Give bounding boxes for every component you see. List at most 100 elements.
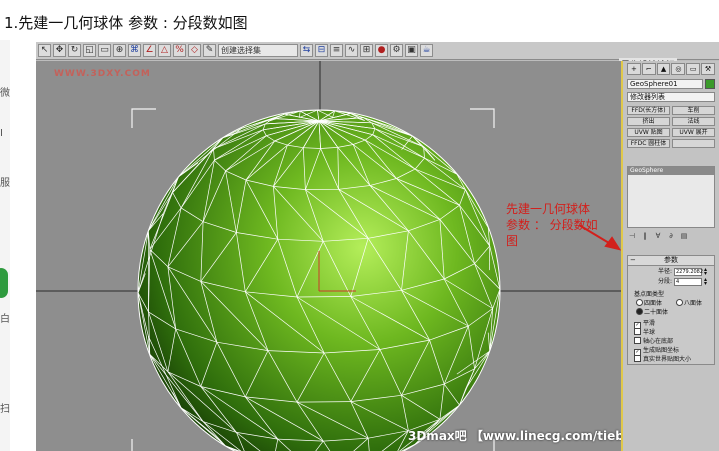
credit-watermark: 3Dmax吧 【www.linecg.com/tieba/1771】	[408, 429, 621, 443]
radio-label: 八面体	[684, 300, 703, 307]
schematic-icon[interactable]: ⊞	[360, 44, 373, 57]
spinner-snap-icon[interactable]: ◇	[188, 44, 201, 57]
main-toolbar: ↖ ✥ ↻ ◱ ▭ ⊕ ⌘ ∠ △ % ◇ ✎ 创建选择集 ⇆ ⊟ ≡ ∿ ⊞ …	[36, 42, 719, 60]
edge-glyph: 微	[0, 88, 10, 99]
check-base-pivot[interactable]: 轴心在底部	[634, 336, 673, 345]
check-real-world-map[interactable]: 真实世界贴图大小	[634, 354, 691, 363]
collapse-icon: −	[630, 256, 636, 264]
tab-hierarchy[interactable]: ▲	[656, 63, 671, 75]
radio-dot	[636, 308, 643, 315]
stack-item-geosphere[interactable]: GeoSphere	[628, 167, 714, 175]
wire-edge	[296, 296, 351, 298]
make-unique-icon[interactable]: ∀	[653, 232, 663, 241]
modifier-button[interactable]: FFDC 圆柱体	[627, 139, 670, 148]
radio-dot	[676, 299, 683, 306]
modifier-button[interactable]: 挤出	[627, 117, 670, 126]
segments-input[interactable]: 4	[674, 278, 702, 286]
modifier-button[interactable]: UVW 贴图	[627, 128, 670, 137]
render-frame-icon[interactable]: ▣	[405, 44, 418, 57]
checkbox-box	[634, 355, 641, 362]
tab-modify[interactable]: ⌐	[641, 63, 656, 75]
modifier-button-row: UVW 贴图 UVW 展开	[627, 128, 715, 137]
modifier-button[interactable]: 法线	[672, 117, 715, 126]
tutorial-annotation: 先建一几何球体 参数 ： 分段数如 图	[506, 201, 616, 249]
max-application-window: ↖ ✥ ↻ ◱ ▭ ⊕ ⌘ ∠ △ % ◇ ✎ 创建选择集 ⇆ ⊟ ≡ ∿ ⊞ …	[36, 42, 719, 451]
tab-utilities[interactable]: ⚒	[701, 63, 715, 75]
object-color-swatch[interactable]	[705, 79, 715, 89]
rotate-icon[interactable]: ↻	[68, 44, 81, 57]
angle-snap-icon[interactable]: △	[158, 44, 171, 57]
modifier-button[interactable]: 车削	[672, 106, 715, 115]
left-edge-strip: 微 I 服 白 扫	[0, 40, 10, 451]
radio-label: 四面体	[644, 300, 663, 307]
modifier-button[interactable]: UVW 展开	[672, 128, 715, 137]
edge-glyph: 服	[0, 178, 10, 189]
tab-motion[interactable]: ◎	[671, 63, 686, 75]
checkbox-box	[634, 337, 641, 344]
radius-field: 半径: 2279.2082 ▴ ▾	[628, 267, 714, 277]
remove-modifier-icon[interactable]: ∂	[666, 232, 676, 241]
segments-field: 分段: 4 ▴ ▾	[628, 277, 714, 287]
modifier-stack[interactable]: GeoSphere	[627, 166, 715, 228]
modifier-button[interactable]	[672, 139, 715, 148]
modifier-list-dropdown[interactable]: 修改器列表	[627, 92, 715, 102]
command-panel: + ⌐ ▲ ◎ ▭ ⚒ GeoSphere01 修改器列表 FFD(长方体) 车…	[621, 61, 719, 451]
modifier-button-row: FFD(长方体) 车削	[627, 106, 715, 115]
radio-icosa[interactable]: 二十面体	[636, 307, 668, 316]
wire-edge	[296, 401, 351, 403]
checkbox-box	[634, 328, 641, 335]
site-watermark: WWW.3DXY.COM	[54, 69, 151, 79]
object-name-field[interactable]: GeoSphere01	[627, 79, 703, 89]
stack-icon-row: ⊣ ‖ ∀ ∂ ▤	[627, 232, 715, 242]
viewport-canvas	[36, 61, 621, 451]
show-end-result-icon[interactable]: ‖	[640, 232, 650, 241]
annotation-line: 图	[506, 234, 519, 248]
snap-icon[interactable]: ∠	[143, 44, 156, 57]
mirror-icon[interactable]: ⇆	[300, 44, 313, 57]
annotation-line: 先建一几何球体	[506, 202, 591, 216]
rollout-header[interactable]: − 参数	[628, 256, 714, 266]
check-hemisphere[interactable]: 半球	[634, 327, 655, 336]
command-panel-tabs: + ⌐ ▲ ◎ ▭ ⚒	[627, 63, 715, 75]
move-icon[interactable]: ✥	[53, 44, 66, 57]
pivot-icon[interactable]: ⊕	[113, 44, 126, 57]
parameters-rollout: − 参数 半径: 2279.2082 ▴ ▾ 分段: 4 ▴ ▾ 基点面类型 四面体…	[627, 255, 715, 365]
curve-editor-icon[interactable]: ∿	[345, 44, 358, 57]
radio-dot	[636, 299, 643, 306]
select-icon[interactable]: ↖	[38, 44, 51, 57]
align-icon[interactable]: ⊟	[315, 44, 328, 57]
green-widget-icon	[0, 268, 8, 298]
annotation-line: 参数 ： 分段数如	[506, 218, 598, 232]
checkbox-label: 轴心在底部	[643, 338, 674, 345]
scale-icon[interactable]: ◱	[83, 44, 96, 57]
segments-spinner-icon[interactable]: ▴ ▾	[704, 277, 707, 287]
radio-octa[interactable]: 八面体	[676, 298, 702, 307]
radio-label: 二十面体	[644, 309, 669, 316]
render-setup-icon[interactable]: ⚙	[390, 44, 403, 57]
perspective-viewport[interactable]: WWW.3DXY.COM 先建一几何球体 参数 ： 分段数如 图 3Dmax吧 …	[36, 61, 621, 451]
modifier-button-row: FFDC 圆柱体	[627, 139, 715, 148]
radio-tetra[interactable]: 四面体	[636, 298, 662, 307]
edge-glyph: I	[0, 128, 3, 139]
render-icon[interactable]: ☕	[420, 44, 433, 57]
viewport-icon[interactable]: ▭	[98, 44, 111, 57]
material-editor-icon[interactable]: ●	[375, 44, 388, 57]
named-selection-dropdown[interactable]: 创建选择集	[218, 44, 298, 57]
configure-sets-icon[interactable]: ▤	[679, 232, 689, 241]
edit-named-selection-icon[interactable]: ✎	[203, 44, 216, 57]
modifier-button-row: 挤出 法线	[627, 117, 715, 126]
radius-input[interactable]: 2279.2082	[674, 268, 703, 276]
pin-stack-icon[interactable]: ⊣	[627, 232, 637, 241]
tab-display[interactable]: ▭	[686, 63, 701, 75]
radius-label: 半径:	[657, 268, 672, 275]
rollout-title: 参数	[664, 256, 678, 264]
page-heading: 1.先建一几何球体 参数 : 分段数如图	[4, 14, 248, 32]
radius-spinner-icon[interactable]: ▴ ▾	[704, 267, 707, 277]
percent-snap-icon[interactable]: %	[173, 44, 186, 57]
layer-icon[interactable]: ≡	[330, 44, 343, 57]
tab-create[interactable]: +	[627, 63, 641, 75]
segments-label: 分段:	[657, 278, 672, 285]
modifier-button[interactable]: FFD(长方体)	[627, 106, 670, 115]
link-icon[interactable]: ⌘	[128, 44, 141, 57]
checkbox-label: 真实世界贴图大小	[643, 356, 692, 363]
